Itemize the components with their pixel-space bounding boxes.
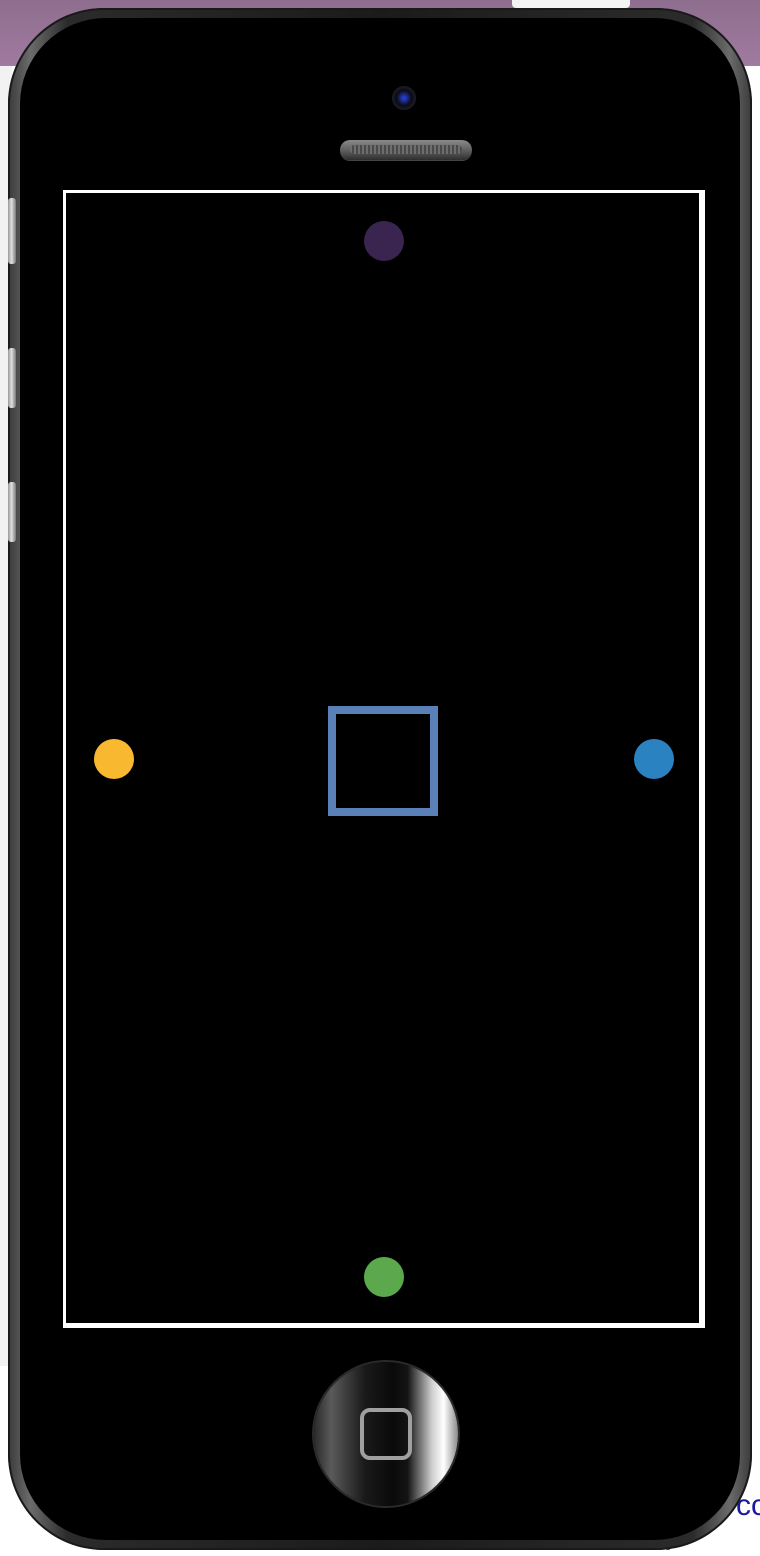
target-dot-left bbox=[94, 739, 134, 779]
background-window-tab bbox=[512, 0, 630, 8]
home-square-icon bbox=[360, 1408, 412, 1460]
mute-switch bbox=[8, 198, 16, 264]
player-square[interactable] bbox=[328, 706, 438, 816]
volume-up-button bbox=[8, 348, 16, 408]
target-dot-right bbox=[634, 739, 674, 779]
game-screen[interactable] bbox=[63, 190, 705, 1328]
camera-icon bbox=[392, 86, 416, 110]
volume-down-button bbox=[8, 482, 16, 542]
target-dot-top bbox=[364, 221, 404, 261]
speaker-grille-icon bbox=[340, 140, 472, 160]
home-button[interactable] bbox=[314, 1362, 458, 1506]
target-dot-bottom bbox=[364, 1257, 404, 1297]
